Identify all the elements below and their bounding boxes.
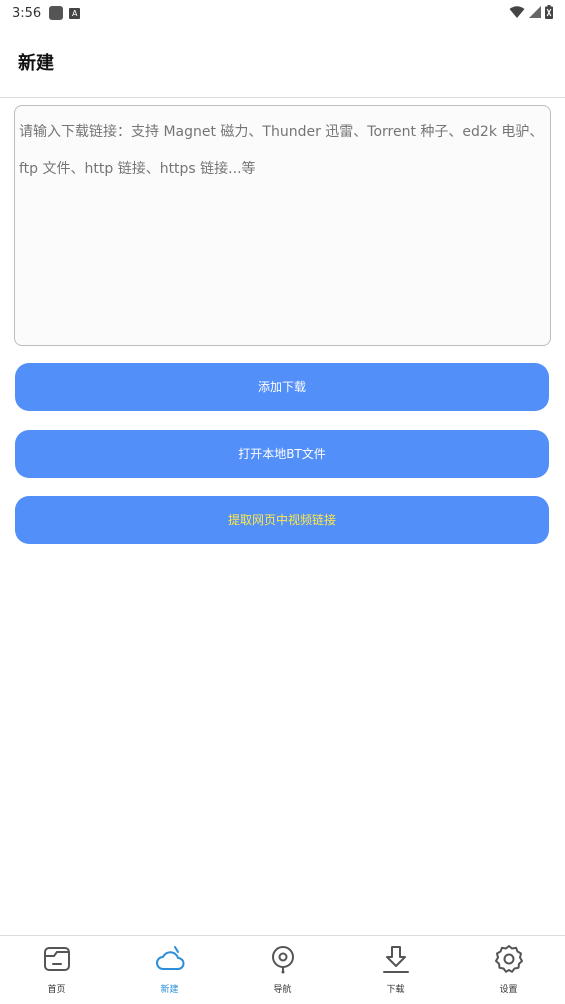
nav-label-download: 下载 <box>386 985 405 995</box>
settings-gear-icon <box>494 945 523 973</box>
nav-item-navigation[interactable]: 导航 <box>226 936 339 1004</box>
nav-item-home[interactable]: 首页 <box>0 936 113 1004</box>
download-link-input[interactable] <box>14 105 551 346</box>
add-download-button[interactable]: 添加下载 <box>15 363 549 411</box>
a-icon: A <box>69 7 81 19</box>
extract-video-link-button[interactable]: 提取网页中视频链接 <box>15 496 549 544</box>
nav-item-new[interactable]: 新建 <box>113 936 226 1004</box>
battery-icon <box>545 5 553 19</box>
page-title: 新建 <box>18 53 54 74</box>
bottom-nav: 首页 新建 导航 下载 设置 <box>0 935 565 1004</box>
nav-label-home: 首页 <box>47 985 66 995</box>
nav-item-download[interactable]: 下载 <box>339 936 452 1004</box>
location-pin-icon <box>271 946 294 974</box>
notification-square-icon <box>49 6 64 20</box>
status-bar: 3:56 A <box>0 0 565 26</box>
status-time: 3:56 <box>12 5 42 21</box>
folder-icon <box>43 947 70 971</box>
open-local-bt-button[interactable]: 打开本地BT文件 <box>15 430 549 478</box>
signal-icon <box>529 6 541 18</box>
nav-label-new: 新建 <box>160 985 179 995</box>
nav-label-navigation: 导航 <box>273 985 292 995</box>
cloud-icon <box>155 946 184 970</box>
download-icon <box>382 946 409 973</box>
nav-item-settings[interactable]: 设置 <box>452 936 565 1004</box>
status-left-icons: A <box>49 6 81 20</box>
status-right-icons <box>509 5 553 19</box>
nav-label-settings: 设置 <box>499 985 518 995</box>
app-bar: 新建 <box>0 26 565 98</box>
wifi-icon <box>509 5 525 18</box>
